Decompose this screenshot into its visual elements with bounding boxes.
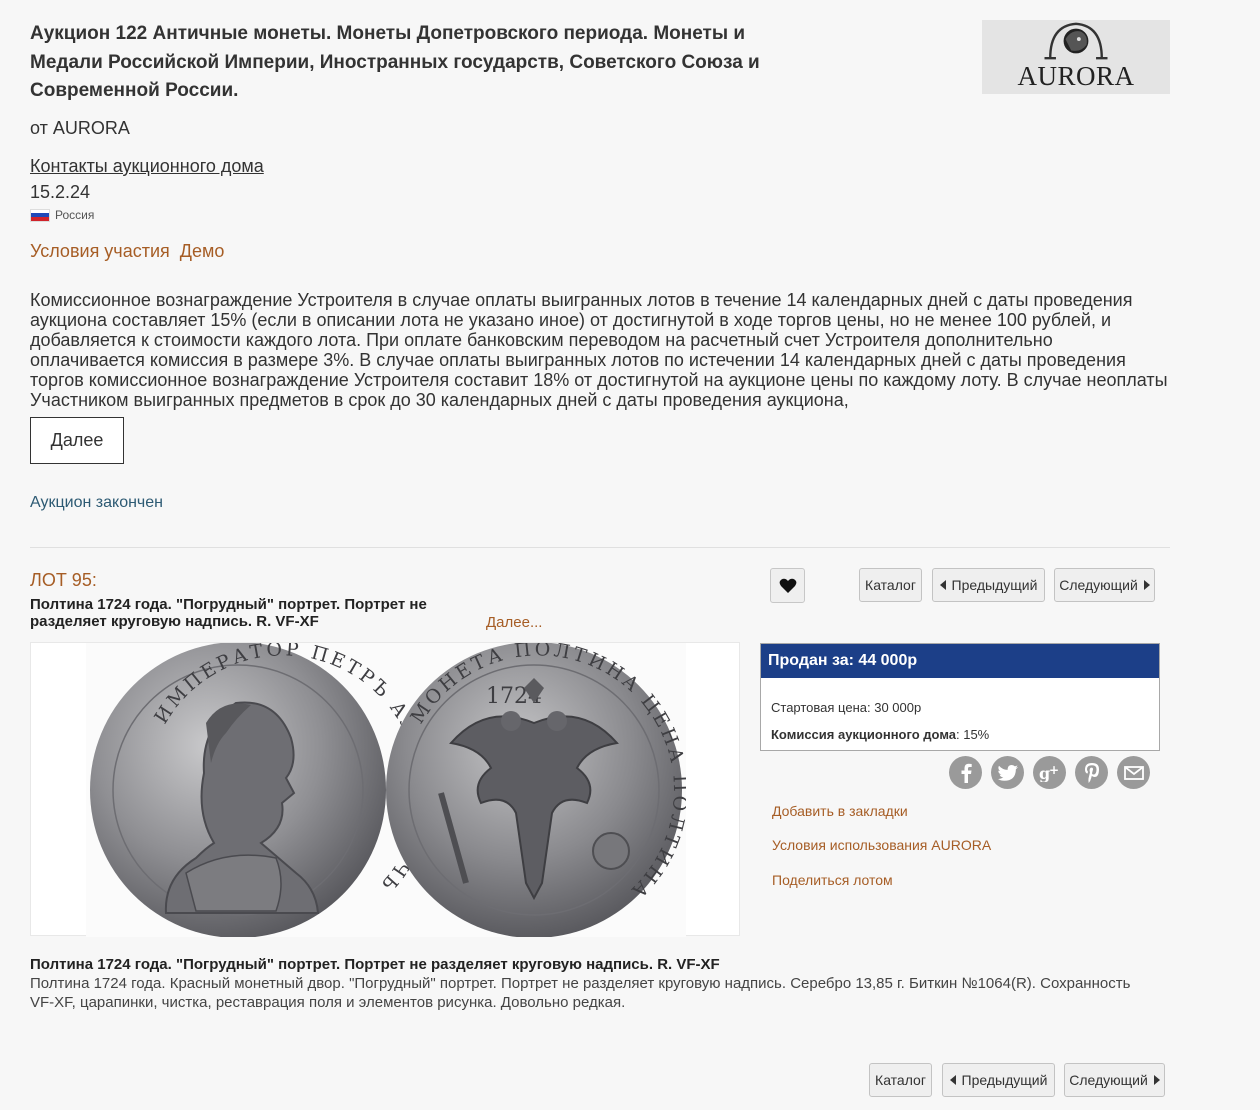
- country-label: Россия: [30, 208, 94, 222]
- auction-house-name: от AURORA: [30, 118, 130, 138]
- next-button-top[interactable]: Следующий: [1054, 568, 1155, 602]
- start-price-value: 30 000р: [874, 700, 922, 715]
- google-plus-icon[interactable]: g +: [1033, 756, 1066, 789]
- more-button[interactable]: Далее: [30, 417, 124, 464]
- commission-row: Комиссия аукционного дома: 15%: [771, 727, 989, 742]
- catalog-button-bottom[interactable]: Каталог: [869, 1063, 932, 1097]
- next-button-bottom[interactable]: Следующий: [1064, 1063, 1165, 1097]
- auction-house-logo[interactable]: AURORA: [982, 20, 1170, 94]
- prev-label: Предыдущий: [961, 1072, 1048, 1088]
- contacts-link[interactable]: Контакты аукционного дома: [30, 156, 264, 177]
- lot-description: Полтина 1724 года. Красный монетный двор…: [30, 975, 1131, 1011]
- share-lot-link[interactable]: Поделиться лотом: [772, 872, 893, 888]
- svg-text:+: +: [1049, 764, 1059, 777]
- caret-right-icon: [1143, 580, 1150, 590]
- heart-icon: [779, 578, 796, 593]
- facebook-icon[interactable]: [949, 756, 982, 789]
- auction-status: Аукцион закончен: [30, 494, 163, 511]
- caret-left-icon: [939, 580, 946, 590]
- participation-links: Условия участия Демо: [30, 241, 224, 262]
- twitter-icon[interactable]: [991, 756, 1024, 789]
- lot-description-title: Полтина 1724 года. "Погрудный" портрет. …: [30, 956, 720, 973]
- prev-button-top[interactable]: Предыдущий: [932, 568, 1045, 602]
- logo-text: AURORA: [1017, 61, 1135, 91]
- auction-date: 15.2.24: [30, 182, 91, 202]
- start-price-row: Стартовая цена: 30 000р: [771, 700, 921, 715]
- prev-label: Предыдущий: [951, 577, 1038, 593]
- commission-label: Комиссия аукционного дома: [771, 727, 956, 742]
- favorite-button[interactable]: [770, 568, 805, 603]
- social-share-icons: g +: [949, 756, 1150, 789]
- lot-more-link[interactable]: Далее...: [486, 614, 542, 631]
- start-price-label: Стартовая цена:: [771, 700, 871, 715]
- country-name: Россия: [55, 208, 95, 222]
- catalog-button-top[interactable]: Каталог: [859, 568, 922, 602]
- coin-photo[interactable]: ИМПЕРАТОР ПЕТРЪ АЛЕКСИЕВИЧЬ МОНЕТА ПОЛТИ…: [86, 638, 688, 938]
- add-bookmark-link[interactable]: Добавить в закладки: [772, 803, 908, 819]
- divider: [30, 547, 1170, 548]
- auction-title: Аукцион 122 Античные монеты. Монеты Допе…: [30, 23, 760, 101]
- caret-left-icon: [949, 1075, 956, 1085]
- next-label: Следующий: [1069, 1072, 1148, 1088]
- caret-right-icon: [1153, 1075, 1160, 1085]
- terms-text: Комиссионное вознаграждение Устроителя в…: [30, 290, 1168, 410]
- lot-number: ЛОТ 95:: [30, 570, 97, 590]
- prev-button-bottom[interactable]: Предыдущий: [942, 1063, 1055, 1097]
- pinterest-icon[interactable]: [1075, 756, 1108, 789]
- mail-icon[interactable]: [1117, 756, 1150, 789]
- catalog-label: Каталог: [875, 1072, 926, 1088]
- sold-price: Продан за: 44 000р: [761, 644, 1159, 678]
- commission-value: : 15%: [956, 727, 990, 742]
- price-box: Продан за: 44 000р Стартовая цена: 30 00…: [760, 643, 1160, 751]
- terms-link[interactable]: Условия участия: [30, 241, 170, 262]
- coin-image: ИМПЕРАТОР ПЕТРЪ АЛЕКСИЕВИЧЬ МОНЕТА ПОЛТИ…: [90, 638, 688, 938]
- lot-image-frame[interactable]: ИМПЕРАТОР ПЕТРЪ АЛЕКСИЕВИЧЬ МОНЕТА ПОЛТИ…: [30, 638, 740, 938]
- catalog-label: Каталог: [865, 577, 916, 593]
- russia-flag-icon: [30, 208, 50, 222]
- demo-link[interactable]: Демо: [180, 241, 225, 262]
- next-label: Следующий: [1059, 577, 1138, 593]
- terms-of-use-link[interactable]: Условия использования AURORA: [772, 837, 991, 853]
- lot-title: Полтина 1724 года. "Погрудный" портрет. …: [30, 596, 427, 630]
- lion-head-icon: [1044, 22, 1108, 60]
